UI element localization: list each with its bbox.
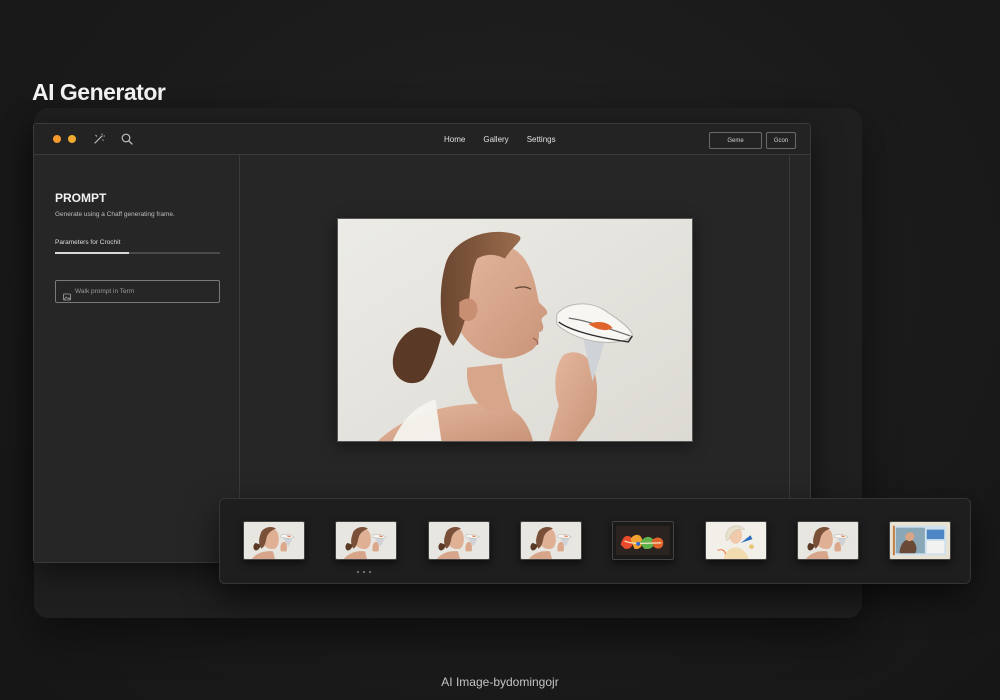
search-icon[interactable] [120,132,134,146]
prompt-sidebar: PROMPT Generate using a Chaff generating… [34,155,240,563]
parameter-label: Parameters for Crochit [55,239,121,246]
nav-settings[interactable]: Settings [527,135,556,144]
canvas-divider [789,155,790,500]
prompt-description: Generate using a Chaff generating frame. [55,211,175,218]
image-icon [63,288,71,300]
top-bar: Home Gallery Settings Geme Gcon [34,124,810,155]
gallery-thumbnail-4[interactable] [519,521,582,560]
gallery-thumbnail-1[interactable] [243,521,305,560]
app-window: Home Gallery Settings Geme Gcon PROMPT G… [33,123,811,563]
gallery-thumbnail-2[interactable] [335,521,398,560]
pager-dot-3[interactable] [369,571,371,573]
gallery-thumbnail-3[interactable] [427,521,490,560]
thumbnail-strip [219,498,971,584]
gallery-thumbnail-5[interactable] [612,521,675,560]
window-dot-1[interactable] [53,135,61,143]
page-title: AI Generator [32,79,166,105]
prompt-input-placeholder: Walk prompt in Term [75,288,135,295]
main-nav: Home Gallery Settings [444,124,556,155]
pager-dot-2[interactable] [363,571,365,573]
parameter-slider[interactable] [55,252,220,254]
toolbar-button-1[interactable]: Geme [709,132,762,149]
toolbar-button-2[interactable]: Gcon [766,132,796,149]
gallery-thumbnail-6[interactable] [704,521,767,560]
prompt-heading: PROMPT [55,191,107,205]
generated-image[interactable] [337,218,693,442]
magic-wand-icon[interactable] [92,132,106,146]
pager-dot-1[interactable] [357,571,359,573]
nav-gallery[interactable]: Gallery [483,135,508,144]
gallery-thumbnail-7[interactable] [796,521,859,560]
prompt-input[interactable]: Walk prompt in Term [55,280,220,303]
gallery-thumbnail-8[interactable] [889,521,952,560]
nav-home[interactable]: Home [444,135,465,144]
image-credit: AI Image-bydomingojr [441,675,559,689]
gallery-pager [357,571,371,573]
window-dot-2[interactable] [68,135,76,143]
parameter-slider-fill [55,252,130,254]
